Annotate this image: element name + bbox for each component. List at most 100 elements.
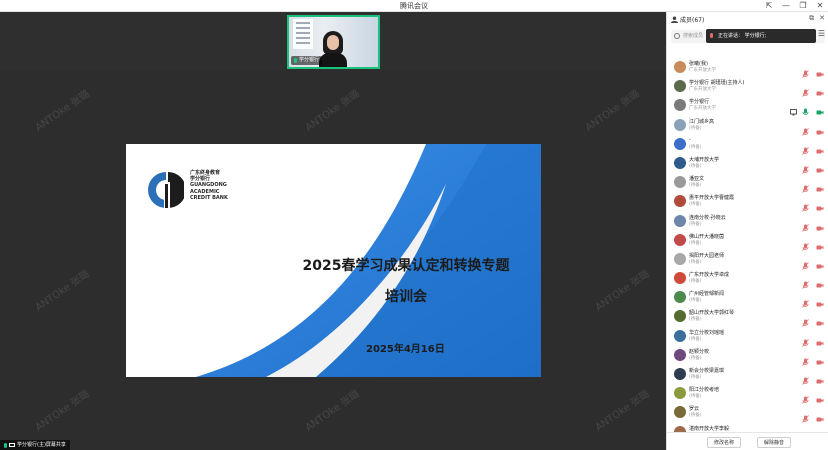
mic-muted-icon[interactable] [802, 217, 809, 232]
camera-off-icon[interactable] [816, 408, 824, 422]
camera-off-icon[interactable] [816, 82, 824, 96]
camera-off-icon[interactable] [816, 351, 824, 365]
member-row[interactable]: 华立分校刘瑶瑶 (待备) [667, 327, 828, 347]
member-name: 广州经管邹新闻 [689, 291, 725, 298]
mic-muted-icon[interactable] [802, 370, 809, 385]
mic-muted-icon[interactable] [802, 63, 809, 78]
screen-share-icon [790, 101, 797, 116]
close-icon[interactable]: ✕ [819, 14, 825, 23]
member-row[interactable]: 大埔开放大学 (待备) [667, 154, 828, 174]
mic-muted-icon[interactable] [802, 312, 809, 328]
mic-muted-icon[interactable] [802, 140, 809, 155]
member-row[interactable]: 赵颖分校 (待备) [667, 346, 828, 366]
minimize-icon[interactable]: — [782, 0, 790, 12]
member-name: 张曦(我) [689, 61, 708, 67]
avatar [674, 387, 686, 400]
camera-off-icon[interactable] [816, 63, 824, 77]
member-row[interactable]: 揭阳开大园老师 (待备) [667, 250, 828, 270]
member-status: (待备) [689, 183, 702, 189]
member-row[interactable]: 广东开放大学卓成 (待备) [667, 269, 828, 289]
camera-off-icon[interactable] [816, 140, 824, 154]
slide-title: 2025春学习成果认定和转换专题 [302, 258, 510, 274]
menu-icon[interactable]: ☰ [818, 29, 825, 38]
member-row[interactable]: 学分银行 胡瑾瑾(主持人) 广东开放大学 [667, 77, 828, 97]
mic-muted-icon[interactable] [802, 274, 809, 289]
maximize-icon[interactable]: ❐ [799, 0, 807, 12]
member-row[interactable]: 学分银行 广东开放大学 [667, 96, 828, 116]
member-row[interactable]: 潘亚文 (待备) [667, 173, 828, 193]
camera-off-icon[interactable] [816, 159, 824, 173]
mic-icon[interactable] [802, 101, 809, 116]
mic-muted-icon[interactable] [802, 389, 809, 404]
mic-muted-icon[interactable] [802, 351, 809, 366]
speaker-name-tag: 学分银行 [291, 56, 323, 65]
mic-muted-icon[interactable] [802, 293, 809, 309]
mic-muted-icon[interactable] [802, 255, 809, 270]
member-row[interactable]: 罗云 (待备) [667, 403, 828, 424]
camera-icon[interactable] [816, 101, 824, 115]
member-row[interactable]: - (待备) [667, 135, 828, 155]
mic-muted-icon[interactable] [802, 408, 809, 424]
member-name: 佛山开大潘晓茵 [689, 233, 725, 240]
mic-muted-icon[interactable] [802, 197, 809, 213]
camera-off-icon[interactable] [816, 312, 824, 326]
speaker-video-thumbnail[interactable]: 学分银行 [287, 15, 380, 69]
avatar [674, 291, 686, 304]
search-placeholder: 搜索成员 [683, 33, 704, 39]
member-row[interactable]: 新会分校梁嘉琪 (待备) [667, 365, 828, 385]
camera-off-icon[interactable] [816, 370, 824, 384]
member-row[interactable]: 广州经管邹新闻 (待备) [667, 288, 828, 309]
member-name: 学分银行 [689, 99, 710, 106]
avatar [674, 329, 686, 342]
logo-text: 广东终身教育 学分银行 GUANGDONG ACADEMIC CREDIT BA… [190, 170, 228, 201]
mic-muted-icon[interactable] [802, 236, 809, 251]
camera-off-icon[interactable] [816, 255, 824, 269]
share-status-text: 学分银行(主)屏幕共享 [17, 442, 66, 448]
watermark: ANTOke 张璐 [303, 388, 362, 434]
camera-off-icon[interactable] [816, 178, 824, 192]
member-status: (待备) [689, 355, 702, 361]
members-icon [671, 15, 678, 23]
camera-off-icon[interactable] [816, 389, 824, 403]
mic-muted-icon[interactable] [802, 121, 809, 136]
camera-off-icon[interactable] [816, 274, 824, 288]
member-name: 阳江分校考培 [689, 387, 720, 394]
camera-off-icon[interactable] [816, 197, 824, 211]
member-status: (待备) [689, 221, 702, 227]
mic-icon [294, 58, 297, 63]
mic-muted-icon[interactable] [802, 178, 809, 193]
speaking-indicator: 正在讲话： 学分银行; [706, 29, 816, 43]
member-name: 湛南开放大学李毅 [689, 425, 730, 432]
share-icon [9, 443, 15, 447]
slide-date: 2025年4月16日 [366, 344, 445, 355]
speaker-name: 学分银行 [299, 57, 320, 63]
avatar [674, 252, 686, 265]
camera-off-icon[interactable] [816, 236, 824, 250]
camera-off-icon[interactable] [816, 121, 824, 135]
members-footer: 修改名称 解除静音 [667, 432, 828, 450]
mic-muted-icon[interactable] [802, 332, 809, 347]
mic-muted-icon[interactable] [802, 82, 809, 97]
avatar [674, 80, 686, 93]
mic-muted-icon[interactable] [802, 159, 809, 174]
member-row[interactable]: 江门城乡高 (待备) [667, 116, 828, 136]
popout-icon[interactable]: ⧉ [809, 14, 814, 23]
credit-bank-logo-icon [148, 172, 184, 208]
camera-off-icon[interactable] [816, 293, 824, 307]
watermark: ANTOke 张璐 [583, 88, 642, 134]
member-row[interactable]: 张曦(我) 广东开放大学 [667, 58, 828, 78]
rename-button[interactable]: 修改名称 [707, 437, 742, 448]
camera-off-icon[interactable] [816, 217, 824, 230]
camera-off-icon[interactable] [816, 332, 824, 346]
member-row[interactable]: 连南分校-孙晓云 (待备) [667, 212, 828, 232]
member-row[interactable]: 阳江分校考培 (待备) [667, 384, 828, 404]
member-name: 惠平开放大学曹健霞 [689, 195, 735, 202]
member-status: 广东开放大学 [689, 68, 716, 73]
unmute-all-button[interactable]: 解除静音 [757, 437, 792, 448]
member-row[interactable]: 佛山开大潘晓茵 (待备) [667, 231, 828, 251]
member-row[interactable]: 韶山开放大学郭红琴 (待备) [667, 307, 828, 328]
close-icon[interactable]: ✕ [816, 0, 824, 12]
member-row[interactable]: 惠平开放大学曹健霞 (待备) [667, 192, 828, 213]
pin-icon[interactable]: ⇱ [765, 0, 773, 12]
members-title: 成员(67) [680, 16, 705, 24]
